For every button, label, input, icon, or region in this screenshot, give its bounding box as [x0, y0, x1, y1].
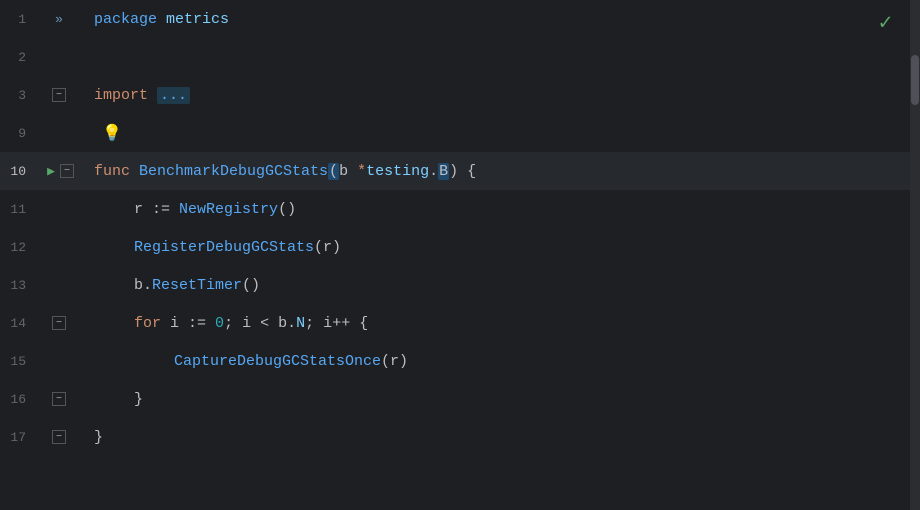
- gutter-line-16: 16 −: [0, 380, 90, 418]
- keyword-func: func: [94, 163, 139, 180]
- keyword-import: import: [94, 87, 157, 104]
- var-b-reset: b: [134, 277, 143, 294]
- gutter-line-10: 10 ▶ −: [0, 152, 90, 190]
- param-b: b: [339, 163, 357, 180]
- gutter-line-17: 17 −: [0, 418, 90, 456]
- op-lt: <: [260, 315, 278, 332]
- punct-dot2: .: [143, 277, 152, 294]
- gutter-line-14: 14 −: [0, 304, 90, 342]
- punct-semi1: ;: [224, 315, 242, 332]
- gutter-line-11: 11: [0, 190, 90, 228]
- code-line-15: CaptureDebugGCStatsOnce(r): [90, 342, 910, 380]
- var-i2: i: [242, 315, 260, 332]
- code-line-1: package metrics: [90, 0, 910, 38]
- code-line-14: for i := 0; i < b.N; i++ {: [90, 304, 910, 342]
- gutter-icons-17: −: [32, 430, 86, 444]
- punct-r-arg2: (r): [381, 353, 408, 370]
- fold-icon-10[interactable]: −: [60, 164, 74, 178]
- punct-close-brace: }: [134, 391, 143, 408]
- line-number-12: 12: [0, 240, 32, 255]
- line-number-3: 3: [0, 88, 32, 103]
- fold-icon-14[interactable]: −: [52, 316, 66, 330]
- line-number-11: 11: [0, 202, 32, 217]
- func-name: BenchmarkDebugGCStats: [139, 163, 328, 180]
- cursor: (: [328, 163, 339, 180]
- gutter-line-2: 2: [0, 38, 90, 76]
- punct-close-paren: ): [449, 163, 458, 180]
- import-ellipsis: ...: [157, 87, 190, 104]
- num-zero: 0: [215, 315, 224, 332]
- punct-dot3: .: [287, 315, 296, 332]
- fold-icon-3[interactable]: −: [52, 88, 66, 102]
- op-inc: ++: [332, 315, 350, 332]
- gutter-icons-1: »: [32, 12, 86, 26]
- line-number-15: 15: [0, 354, 32, 369]
- code-line-10: func BenchmarkDebugGCStats(b *testing.B)…: [90, 152, 910, 190]
- double-fold-icon-1[interactable]: »: [52, 12, 66, 26]
- func-resettimer: ResetTimer: [152, 277, 242, 294]
- func-capture: CaptureDebugGCStatsOnce: [174, 353, 381, 370]
- scrollbar-track[interactable]: [910, 0, 920, 510]
- code-line-3: import ...: [90, 76, 910, 114]
- code-line-2: [90, 38, 910, 76]
- gutter-line-15: 15: [0, 342, 90, 380]
- line-number-13: 13: [0, 278, 32, 293]
- code-line-11: r := NewRegistry(): [90, 190, 910, 228]
- punct-parens: (): [278, 201, 296, 218]
- keyword-for: for: [134, 315, 170, 332]
- line-number-1: 1: [0, 12, 32, 27]
- punct-dot: .: [429, 163, 438, 180]
- gutter-line-3: 3 −: [0, 76, 90, 114]
- scrollbar-thumb[interactable]: [911, 55, 919, 105]
- editor: 1 » 2 3 − 9 10 ▶ −: [0, 0, 920, 510]
- op-assign2: :=: [188, 315, 215, 332]
- code-line-13: b.ResetTimer(): [90, 266, 910, 304]
- bulb-icon[interactable]: 💡: [102, 123, 122, 143]
- field-N: N: [296, 315, 305, 332]
- func-newregistry: NewRegistry: [179, 201, 278, 218]
- line-number-9: 9: [0, 126, 32, 141]
- type-testing: testing: [366, 163, 429, 180]
- gutter-line-12: 12: [0, 228, 90, 266]
- type-star: *: [357, 163, 366, 180]
- run-icon-10[interactable]: ▶: [44, 164, 58, 178]
- punct-parens2: (): [242, 277, 260, 294]
- func-registerdebug: RegisterDebugGCStats: [134, 239, 314, 256]
- code-line-16: }: [90, 380, 910, 418]
- gutter-line-1: 1 »: [0, 0, 90, 38]
- gutter-icons-3: −: [32, 88, 86, 102]
- gutter-icons-16: −: [32, 392, 86, 406]
- code-line-12: RegisterDebugGCStats(r): [90, 228, 910, 266]
- code-line-17: }: [90, 418, 910, 456]
- punct-open-brace2: {: [350, 315, 368, 332]
- line-number-14: 14: [0, 316, 32, 331]
- fold-icon-16[interactable]: −: [52, 392, 66, 406]
- code-area[interactable]: package metrics import ... 💡 func Benchm…: [90, 0, 910, 510]
- punct-close-brace2: }: [94, 429, 103, 446]
- type-B-highlight: B: [438, 163, 449, 180]
- gutter-icons-14: −: [32, 316, 86, 330]
- var-i3: i: [323, 315, 332, 332]
- gutter-line-9: 9: [0, 114, 90, 152]
- var-i: i: [170, 315, 188, 332]
- var-b2: b: [278, 315, 287, 332]
- punct-semi2: ;: [305, 315, 323, 332]
- line-number-17: 17: [0, 430, 32, 445]
- keyword-package: package: [94, 11, 166, 28]
- line-number-16: 16: [0, 392, 32, 407]
- validation-checkmark: ✓: [879, 10, 892, 36]
- package-name: metrics: [166, 11, 229, 28]
- gutter-icons-10: ▶ −: [32, 164, 86, 178]
- line-gutter: 1 » 2 3 − 9 10 ▶ −: [0, 0, 90, 510]
- punct-r-arg: (r): [314, 239, 341, 256]
- op-assign: :=: [152, 201, 179, 218]
- fold-icon-17[interactable]: −: [52, 430, 66, 444]
- line-number-10: 10: [0, 164, 32, 179]
- code-line-9: 💡: [90, 114, 910, 152]
- line-number-2: 2: [0, 50, 32, 65]
- punct-open-brace: {: [458, 163, 476, 180]
- gutter-line-13: 13: [0, 266, 90, 304]
- var-r: r: [134, 201, 152, 218]
